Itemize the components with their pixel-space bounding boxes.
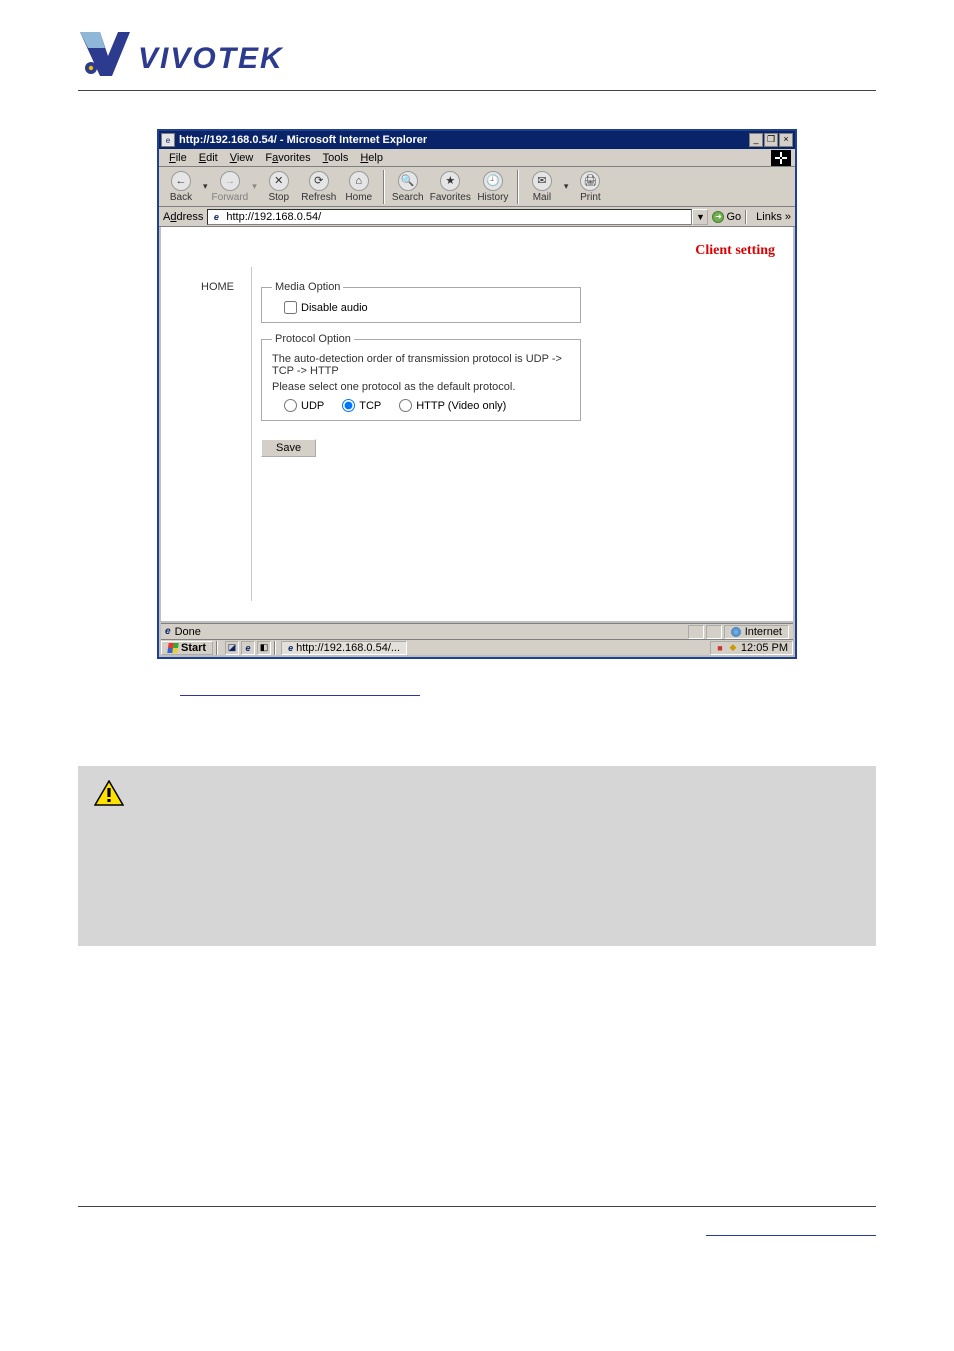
media-option-legend: Media Option	[272, 281, 343, 293]
protocol-option-fieldset: Protocol Option The auto-detection order…	[261, 333, 581, 421]
vertical-separator	[251, 267, 252, 601]
links-label[interactable]: Links »	[756, 211, 791, 223]
taskbar: Start ◪ e ◧ e http://192.168.0.54/... ■ …	[161, 639, 793, 655]
address-label: Address	[163, 211, 203, 223]
start-button[interactable]: Start	[161, 641, 213, 655]
tray-clock: 12:05 PM	[741, 642, 788, 654]
throbber-icon	[771, 150, 791, 166]
address-input[interactable]: e http://192.168.0.54/	[207, 209, 692, 225]
udp-radio[interactable]	[284, 399, 297, 412]
protocol-text-2: Please select one protocol as the defaul…	[272, 381, 570, 393]
status-text: Done	[175, 626, 201, 638]
status-zone: Internet	[724, 625, 789, 639]
protocol-text-1: The auto-detection order of transmission…	[272, 353, 570, 377]
media-option-fieldset: Media Option Disable audio	[261, 281, 581, 323]
menubar: File Edit View Favorites Tools Help	[159, 149, 795, 167]
address-dropdown[interactable]: ▼	[692, 209, 708, 225]
window-title: http://192.168.0.54/ - Microsoft Interne…	[179, 134, 749, 146]
quick-launch: ◪ e ◧	[225, 641, 271, 655]
toolbar: ←Back ▾ →Forward ▾ ✕Stop ⟳Refresh ⌂Home …	[159, 167, 795, 207]
status-pane-1	[688, 625, 704, 639]
menu-tools[interactable]: Tools	[317, 152, 355, 164]
tray-icon-2[interactable]: ◆	[728, 643, 738, 653]
footer-underline	[706, 1235, 876, 1236]
logo-text: VIVOTEK	[138, 44, 284, 74]
search-button[interactable]: 🔍Search	[390, 171, 426, 203]
maximize-button[interactable]: ❐	[764, 133, 778, 147]
titlebar: e http://192.168.0.54/ - Microsoft Inter…	[159, 131, 795, 149]
disable-audio-checkbox[interactable]	[284, 301, 297, 314]
back-button[interactable]: ←Back	[163, 171, 199, 203]
home-link[interactable]: HOME	[201, 281, 234, 293]
disable-audio-label: Disable audio	[301, 302, 368, 314]
minimize-button[interactable]: _	[749, 133, 763, 147]
underline-rule	[180, 695, 420, 696]
system-tray: ■ ◆ 12:05 PM	[710, 641, 793, 655]
windows-flag-icon	[167, 643, 178, 653]
tcp-label: TCP	[359, 400, 381, 412]
logo-mark	[78, 28, 132, 78]
tray-icon-1[interactable]: ■	[715, 643, 725, 653]
page-content: Client setting HOME Media Option Disable…	[161, 227, 793, 621]
refresh-button[interactable]: ⟳Refresh	[301, 171, 337, 203]
warning-icon	[94, 780, 124, 806]
ql-item-1[interactable]: ◪	[225, 641, 239, 655]
forward-button: →Forward	[212, 171, 249, 203]
statusbar: e Done Internet	[161, 623, 793, 639]
ql-item-2[interactable]: e	[241, 641, 255, 655]
http-radio[interactable]	[399, 399, 412, 412]
favorites-button[interactable]: ★Favorites	[430, 171, 471, 203]
menu-help[interactable]: Help	[354, 152, 389, 164]
page-header-logo: VIVOTEK	[0, 0, 954, 84]
ql-item-3[interactable]: ◧	[257, 641, 271, 655]
warning-box	[78, 766, 876, 946]
ie-page-icon: e	[210, 211, 222, 223]
globe-icon	[731, 627, 741, 637]
stop-button[interactable]: ✕Stop	[261, 171, 297, 203]
task-ie-icon: e	[288, 643, 293, 653]
menu-favorites[interactable]: Favorites	[259, 152, 316, 164]
home-button[interactable]: ⌂Home	[341, 171, 377, 203]
http-label: HTTP (Video only)	[416, 400, 506, 412]
page-title: Client setting	[695, 243, 775, 259]
taskbar-task[interactable]: e http://192.168.0.54/...	[281, 641, 407, 655]
status-ie-icon: e	[165, 626, 171, 637]
tcp-radio[interactable]	[342, 399, 355, 412]
footer-rule	[78, 1206, 876, 1207]
mail-button[interactable]: ✉Mail	[524, 171, 560, 203]
header-rule	[78, 90, 876, 91]
go-button[interactable]: ➜Go	[712, 211, 741, 223]
protocol-option-legend: Protocol Option	[272, 333, 354, 345]
save-button[interactable]: Save	[261, 439, 316, 457]
ie-icon: e	[161, 133, 175, 147]
print-button[interactable]: 🖨Print	[572, 171, 608, 203]
history-button[interactable]: 🕘History	[475, 171, 511, 203]
close-button[interactable]: ×	[779, 133, 793, 147]
menu-file[interactable]: File	[163, 152, 193, 164]
menu-view[interactable]: View	[224, 152, 260, 164]
status-pane-2	[706, 625, 722, 639]
menu-edit[interactable]: Edit	[193, 152, 224, 164]
udp-label: UDP	[301, 400, 324, 412]
ie-window: e http://192.168.0.54/ - Microsoft Inter…	[157, 129, 797, 659]
addressbar: Address e http://192.168.0.54/ ▼ ➜Go Lin…	[159, 207, 795, 227]
